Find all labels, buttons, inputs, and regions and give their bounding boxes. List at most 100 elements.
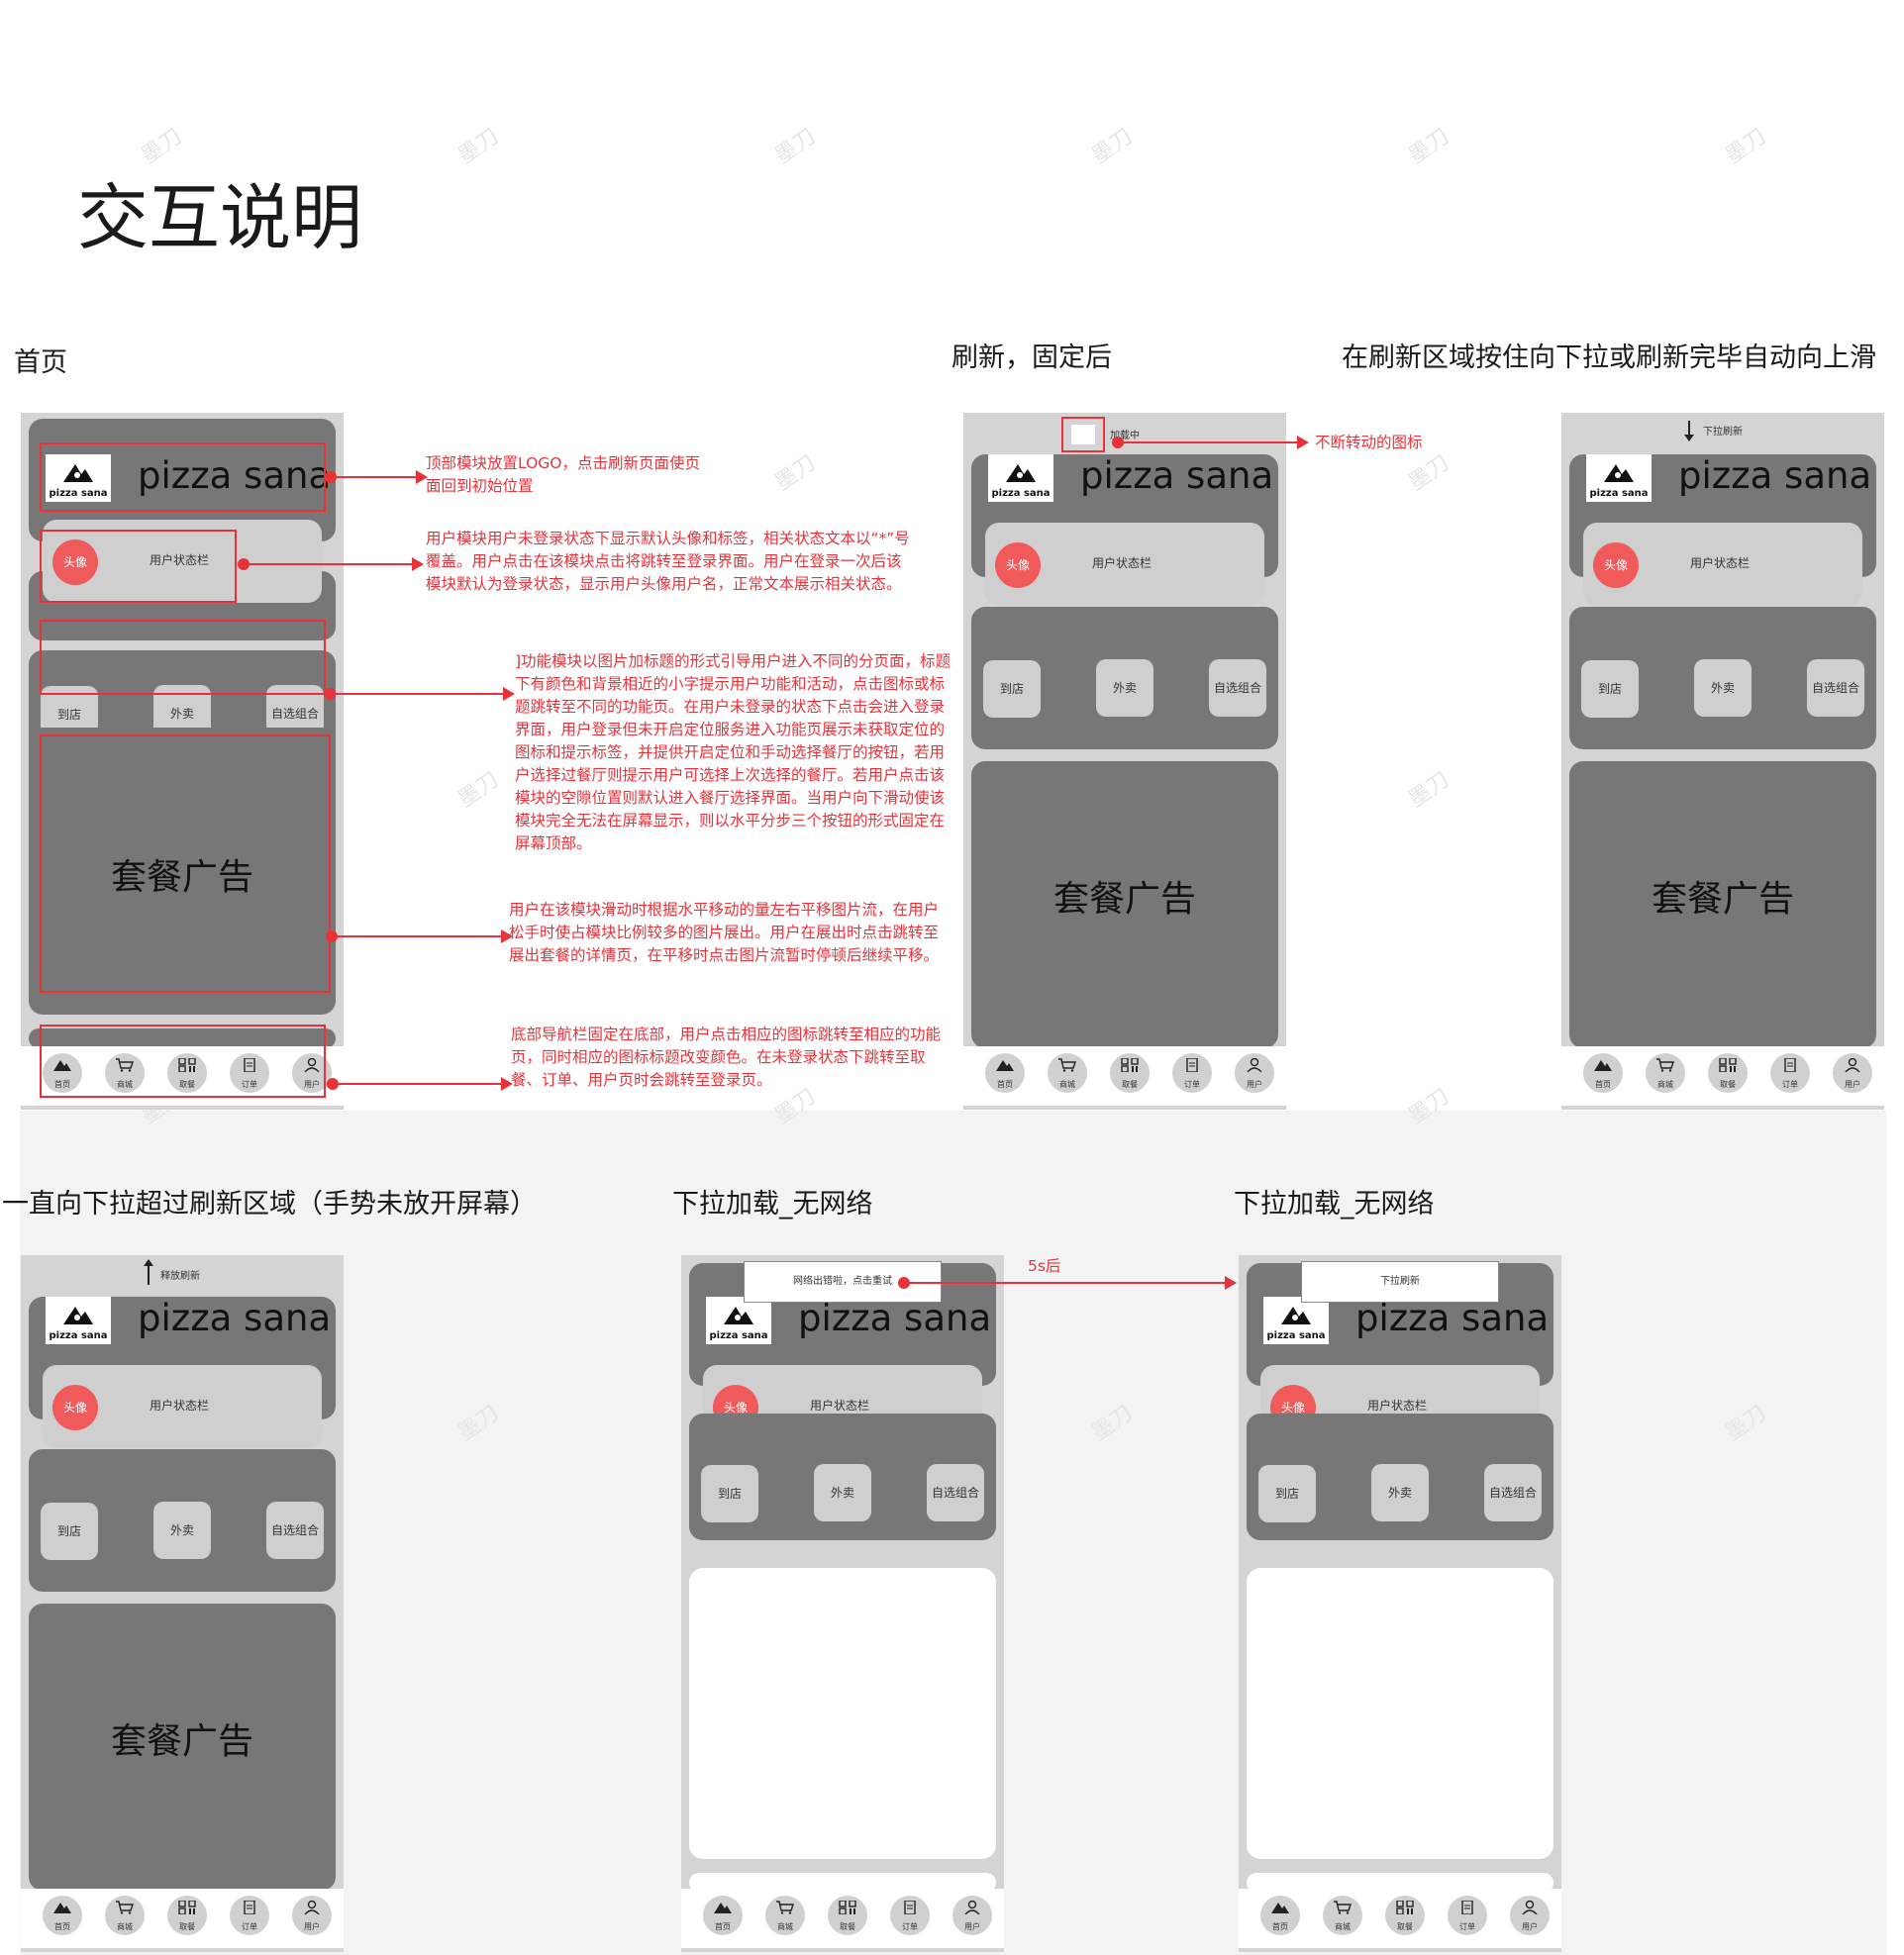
user-icon [304,1901,320,1914]
tab-user[interactable]: 用户 [292,1896,332,1935]
highlight-spinner [1061,417,1105,452]
highlight-function-module [40,620,326,695]
tab-label: 商城 [777,1922,793,1931]
section-label-home: 首页 [14,347,67,378]
user-status-text: 用户状态栏 [1367,1399,1428,1413]
user-status-bar[interactable]: 头像 用户状态栏 [1583,523,1862,606]
ad-text: 套餐广告 [110,1721,253,1762]
logo[interactable]: pizza sana [706,1297,771,1344]
tab-pickup[interactable]: 取餐 [167,1896,207,1935]
tab-label: 商城 [1657,1080,1673,1089]
ad-module[interactable]: 套餐广告 [971,761,1278,1048]
tab-home[interactable]: 首页 [43,1896,82,1935]
ad-module[interactable]: 套餐广告 [1569,761,1876,1048]
brand-name: pizza sana [1080,454,1274,497]
function-module: 到店 外卖 自选组合 [689,1414,996,1540]
tab-user[interactable]: 用户 [952,1896,992,1935]
brand-name: pizza sana [138,1297,332,1339]
user-status-text: 用户状态栏 [150,1399,210,1413]
connector-line [331,476,422,478]
tab-label: 商城 [117,1922,133,1931]
tab-home[interactable]: 首页 [1583,1053,1623,1093]
connector-line [904,1282,1230,1284]
logo[interactable]: pizza sana [46,1297,111,1344]
home-icon [996,1060,1014,1071]
annotation-tab-bar: 底部导航栏固定在底部，用户点击相应的图标跳转至相应的功能页，同时相应的图标标题改… [511,1026,942,1089]
user-status-bar[interactable]: 头像 用户状态栏 [43,1365,322,1448]
tab-home[interactable]: 首页 [985,1053,1025,1093]
tab-orders[interactable]: 订单 [890,1896,930,1935]
tab-mall[interactable]: 商城 [765,1896,805,1935]
tab-label: 首页 [1595,1080,1611,1089]
phone-no-network-error: pizza sana pizza sana 网络出错啦，点击重试 头像 用户状态… [681,1255,1004,1952]
watermark: 墨刀 [453,124,504,169]
logo[interactable]: pizza sana [988,454,1053,502]
tab-pickup[interactable]: 取餐 [1708,1053,1748,1093]
func-button-dine-in[interactable]: 到店 [1581,660,1639,718]
logo[interactable]: pizza sana [1263,1297,1329,1344]
func-button-takeout[interactable]: 外卖 [1096,659,1153,717]
tab-label: 订单 [1459,1922,1475,1931]
avatar[interactable]: 头像 [1593,542,1639,588]
tab-label: 取餐 [179,1922,195,1931]
loading-placeholder-card [1247,1568,1553,1859]
user-status-text: 用户状态栏 [810,1399,870,1413]
watermark: 墨刀 [770,450,821,496]
func-button-dine-in[interactable]: 到店 [41,1503,98,1560]
cart-icon [1334,1901,1352,1914]
logo-text: pizza sana [709,1330,768,1341]
func-button-takeout[interactable]: 外卖 [1371,1464,1429,1521]
func-button-custom-combo[interactable]: 自选组合 [927,1464,984,1521]
section-label-no-network-2: 下拉加载_无网络 [1234,1189,1435,1220]
ad-module[interactable]: 套餐广告 [29,1604,336,1891]
avatar[interactable]: 头像 [995,542,1041,588]
watermark: 墨刀 [1721,124,1771,169]
watermark: 墨刀 [137,124,187,169]
tab-label: 首页 [1272,1922,1288,1931]
qr-code-icon [1121,1058,1139,1072]
tab-pickup[interactable]: 取餐 [1385,1896,1425,1935]
tab-home[interactable]: 首页 [1260,1896,1300,1935]
func-button-dine-in[interactable]: 到店 [1258,1465,1316,1522]
func-button-custom-combo[interactable]: 自选组合 [1807,659,1864,717]
tab-user[interactable]: 用户 [1235,1053,1274,1093]
annotation-after-5s: 5s后 [1028,1257,1061,1275]
logo-text: pizza sana [1589,488,1649,499]
tab-user[interactable]: 用户 [1510,1896,1550,1935]
tab-mall[interactable]: 商城 [1646,1053,1685,1093]
connector-line [333,1083,506,1085]
qr-code-icon [1396,1901,1414,1914]
tab-mall[interactable]: 商城 [105,1896,145,1935]
tab-mall[interactable]: 商城 [1048,1053,1087,1093]
func-button-takeout[interactable]: 外卖 [814,1464,871,1521]
user-status-bar[interactable]: 头像 用户状态栏 [985,523,1264,606]
tab-orders[interactable]: 订单 [1448,1896,1487,1935]
func-button-dine-in[interactable]: 到店 [983,660,1041,718]
tab-mall[interactable]: 商城 [1323,1896,1362,1935]
func-button-takeout[interactable]: 外卖 [1694,659,1752,717]
tab-bar: 首页 商城 取餐 订单 用户 [1239,1889,1561,1948]
tab-home[interactable]: 首页 [703,1896,743,1935]
phone-pull-hold: 下拉刷新 pizza sana pizza sana 头像 用户状态栏 到店 外… [1561,413,1884,1110]
logo-text: pizza sana [49,1330,108,1341]
user-icon [1247,1058,1262,1072]
tab-user[interactable]: 用户 [1833,1053,1872,1093]
func-button-custom-combo[interactable]: 自选组合 [1209,659,1266,717]
tab-pickup[interactable]: 取餐 [828,1896,867,1935]
tab-orders[interactable]: 订单 [1770,1053,1810,1093]
avatar[interactable]: 头像 [52,1385,98,1430]
tab-label: 商城 [1059,1080,1075,1089]
home-icon [1594,1060,1612,1071]
tab-pickup[interactable]: 取餐 [1110,1053,1150,1093]
logo[interactable]: pizza sana [1586,454,1652,502]
tab-orders[interactable]: 订单 [1172,1053,1212,1093]
qr-code-icon [178,1901,196,1914]
func-button-dine-in[interactable]: 到店 [701,1465,758,1522]
connector-line [1118,441,1302,443]
func-button-custom-combo[interactable]: 自选组合 [1484,1464,1542,1521]
document-icon [244,1901,255,1914]
up-arrow-icon [148,1263,150,1285]
func-button-custom-combo[interactable]: 自选组合 [266,1502,324,1559]
func-button-takeout[interactable]: 外卖 [153,1502,211,1559]
tab-orders[interactable]: 订单 [230,1896,269,1935]
